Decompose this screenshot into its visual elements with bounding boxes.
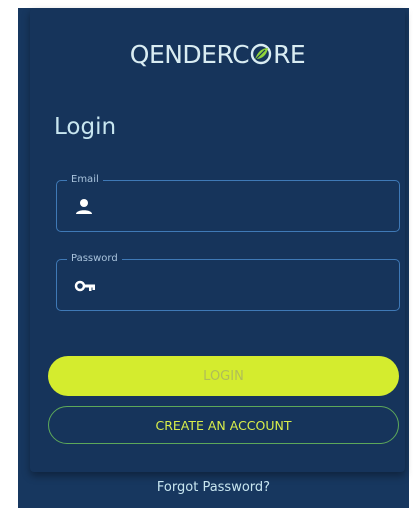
password-input[interactable]	[101, 270, 385, 302]
person-icon	[74, 198, 94, 216]
login-button[interactable]: LOGIN	[48, 356, 399, 396]
email-input[interactable]	[101, 191, 385, 223]
page-title: Login	[54, 114, 117, 140]
password-label: Password	[67, 252, 122, 266]
brand-logo: QENDERC RE	[30, 40, 405, 69]
login-card: QENDERC RE Login Email Password LOGIN CR…	[30, 8, 405, 472]
brand-logo-prefix: Q	[129, 40, 150, 69]
brand-leaf-icon	[250, 43, 272, 65]
brand-logo-suffix: RE	[273, 40, 306, 69]
forgot-password-link[interactable]: Forgot Password?	[18, 480, 409, 495]
app-frame: QENDERC RE Login Email Password LOGIN CR…	[18, 8, 409, 508]
brand-logo-middle: ENDERC	[148, 40, 250, 69]
email-field[interactable]: Email	[56, 173, 400, 232]
password-field[interactable]: Password	[56, 252, 400, 311]
create-account-button[interactable]: CREATE AN ACCOUNT	[48, 406, 399, 444]
key-icon	[74, 277, 95, 295]
email-label: Email	[67, 173, 103, 187]
